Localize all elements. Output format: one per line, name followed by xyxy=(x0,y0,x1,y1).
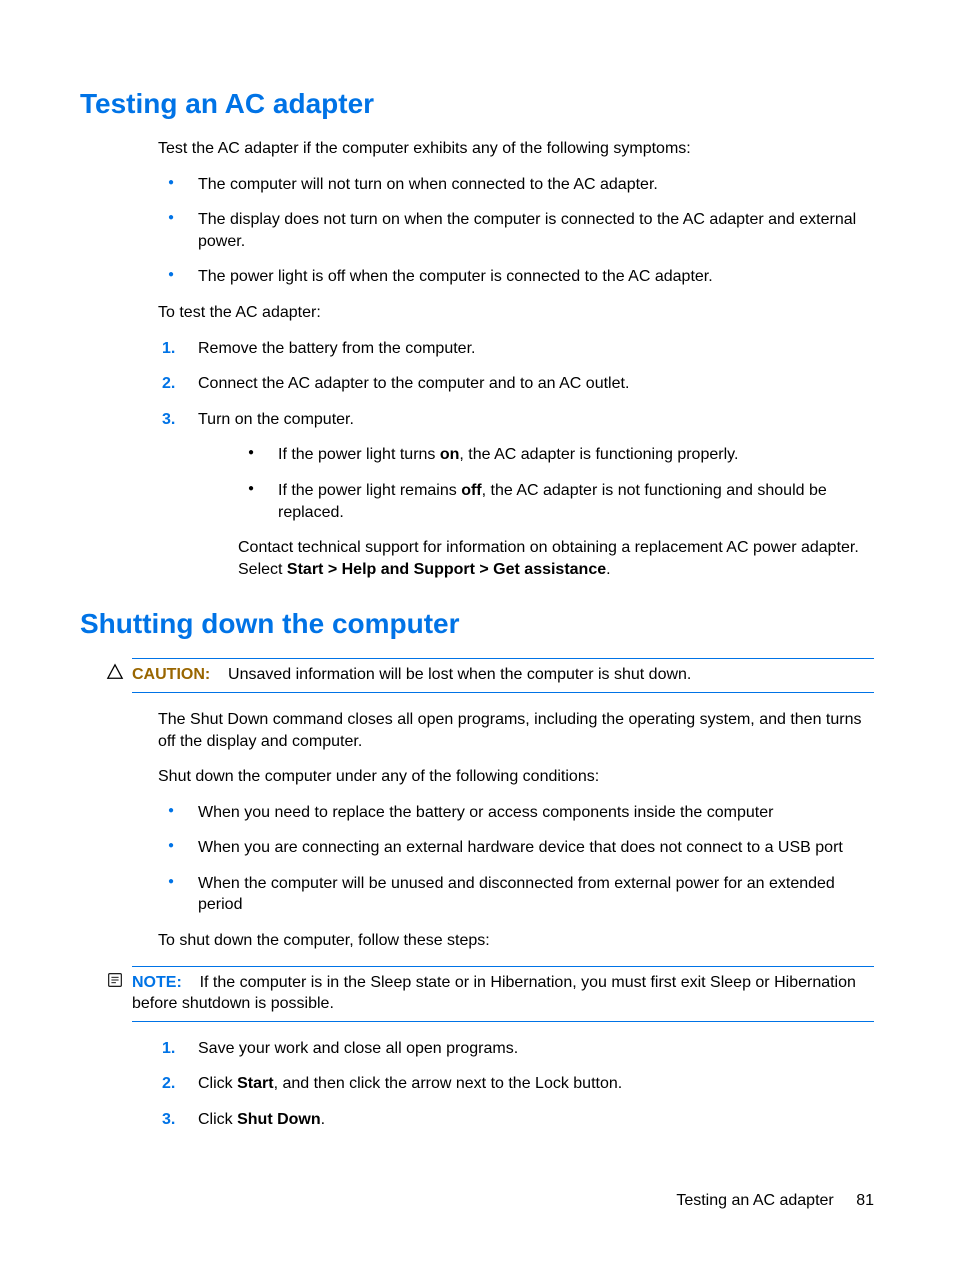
symptom-list: The computer will not turn on when conne… xyxy=(158,174,874,288)
text-fragment: . xyxy=(606,561,610,578)
heading-testing-ac-adapter: Testing an AC adapter xyxy=(80,88,874,120)
list-item: When the computer will be unused and dis… xyxy=(158,873,874,916)
list-item: Remove the battery from the computer. xyxy=(158,338,874,360)
sub-bullet-list: If the power light turns on, the AC adap… xyxy=(238,444,874,523)
list-item: If the power light turns on, the AC adap… xyxy=(238,444,874,466)
heading-shutting-down: Shutting down the computer xyxy=(80,608,874,640)
contact-text: Contact technical support for informatio… xyxy=(238,537,874,580)
text-fragment: , and then click the arrow next to the L… xyxy=(274,1075,623,1092)
shutdown-steps-intro: To shut down the computer, follow these … xyxy=(158,930,874,952)
page-footer: Testing an AC adapter 81 xyxy=(676,1192,874,1210)
list-item: The computer will not turn on when conne… xyxy=(158,174,874,196)
text-fragment: Click xyxy=(198,1111,237,1128)
list-item: Connect the AC adapter to the computer a… xyxy=(158,373,874,395)
section2-body: The Shut Down command closes all open pr… xyxy=(158,709,874,952)
conditions-list: When you need to replace the battery or … xyxy=(158,802,874,916)
list-item: Turn on the computer. If the power light… xyxy=(158,409,874,581)
bold-text: Start > Help and Support > Get assistanc… xyxy=(287,561,606,578)
page-number: 81 xyxy=(856,1192,874,1209)
shutdown-steps: Save your work and close all open progra… xyxy=(158,1038,874,1131)
caution-text: Unsaved information will be lost when th… xyxy=(228,666,691,683)
shutdown-desc: The Shut Down command closes all open pr… xyxy=(158,709,874,752)
shutdown-conditions-intro: Shut down the computer under any of the … xyxy=(158,766,874,788)
text-fragment: If the power light turns xyxy=(278,446,440,463)
list-item: Click Start, and then click the arrow ne… xyxy=(158,1073,874,1095)
note-callout: NOTE: If the computer is in the Sleep st… xyxy=(132,966,874,1022)
bold-text: off xyxy=(461,482,481,499)
note-text: If the computer is in the Sleep state or… xyxy=(132,974,856,1013)
bold-text: Shut Down xyxy=(237,1111,321,1128)
list-item: When you need to replace the battery or … xyxy=(158,802,874,824)
note-label: NOTE: xyxy=(132,974,182,991)
bold-text: Start xyxy=(237,1075,273,1092)
list-item: Save your work and close all open progra… xyxy=(158,1038,874,1060)
bold-text: on xyxy=(440,446,460,463)
document-page: Testing an AC adapter Test the AC adapte… xyxy=(0,0,954,1270)
shutdown-steps-block: Save your work and close all open progra… xyxy=(158,1038,874,1131)
test-intro: To test the AC adapter: xyxy=(158,302,874,324)
caution-label: CAUTION: xyxy=(132,666,210,683)
section1-intro: Test the AC adapter if the computer exhi… xyxy=(158,138,874,160)
list-item: When you are connecting an external hard… xyxy=(158,837,874,859)
section-shutting-down: Shutting down the computer CAUTION: Unsa… xyxy=(80,608,874,1130)
text-fragment: If the power light remains xyxy=(278,482,461,499)
text-fragment: Click xyxy=(198,1075,237,1092)
list-item: Click Shut Down. xyxy=(158,1109,874,1131)
footer-title: Testing an AC adapter xyxy=(676,1192,833,1209)
list-item: The display does not turn on when the co… xyxy=(158,209,874,252)
note-icon xyxy=(106,971,126,991)
list-item: The power light is off when the computer… xyxy=(158,266,874,288)
step-text: Turn on the computer. xyxy=(198,411,354,428)
test-steps: Remove the battery from the computer. Co… xyxy=(158,338,874,581)
text-fragment: . xyxy=(321,1111,325,1128)
section1-body: Test the AC adapter if the computer exhi… xyxy=(158,138,874,580)
text-fragment: , the AC adapter is functioning properly… xyxy=(459,446,738,463)
caution-icon xyxy=(106,663,126,683)
list-item: If the power light remains off, the AC a… xyxy=(238,480,874,523)
caution-callout: CAUTION: Unsaved information will be los… xyxy=(132,658,874,693)
